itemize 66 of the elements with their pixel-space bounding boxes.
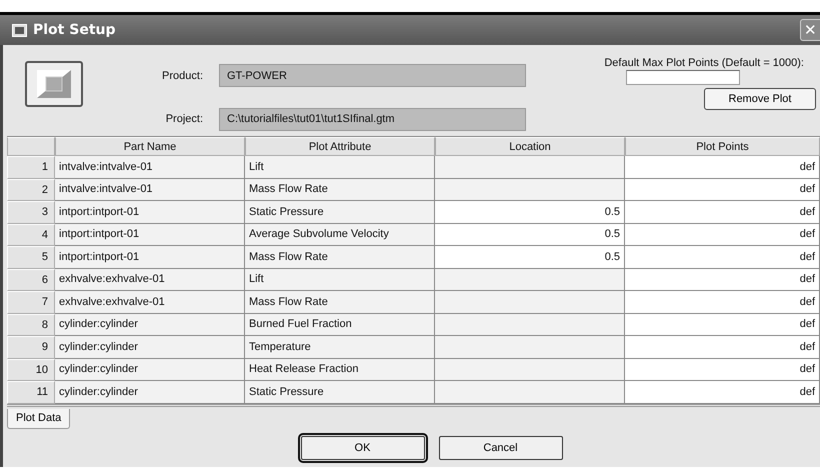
row-number[interactable]: 1: [7, 156, 55, 178]
table-cell[interactable]: def: [625, 381, 820, 404]
column-header[interactable]: Part Name: [55, 137, 245, 156]
table-cell: Burned Fuel Fraction: [245, 314, 435, 336]
window-title: Plot Setup: [33, 22, 117, 38]
table-cell[interactable]: def: [625, 291, 820, 314]
table-cell: Mass Flow Rate: [245, 178, 435, 201]
close-button[interactable]: ✕: [800, 19, 820, 41]
table-cell: intvalve:intvalve-01: [55, 178, 245, 201]
table-cell: Mass Flow Rate: [245, 246, 435, 268]
table-cell[interactable]: def: [625, 224, 820, 246]
row-number[interactable]: 7: [7, 291, 55, 314]
location-cell[interactable]: 0.5: [435, 201, 625, 224]
max-points-label: Default Max Plot Points (Default = 1000):: [604, 57, 804, 69]
table-cell: intport:intport-01: [55, 246, 245, 268]
table-cell: Lift: [245, 268, 435, 291]
row-number[interactable]: 4: [7, 224, 55, 246]
table-cell[interactable]: def: [625, 178, 820, 201]
max-points-field[interactable]: [626, 70, 740, 85]
row-number[interactable]: 9: [7, 336, 55, 358]
column-header[interactable]: Plot Attribute: [245, 137, 435, 156]
window-icon: [12, 24, 27, 36]
table-cell[interactable]: def: [625, 358, 820, 381]
product-field: GT-POWER: [219, 64, 526, 88]
table-cell: Static Pressure: [245, 201, 435, 224]
product-label: Product:: [161, 70, 203, 82]
table-cell: cylinder:cylinder: [55, 314, 245, 336]
table-cell: cylinder:cylinder: [55, 336, 245, 358]
table-cell[interactable]: def: [625, 156, 820, 178]
tab[interactable]: Plot Data: [7, 408, 70, 428]
table-cell: cylinder:cylinder: [55, 381, 245, 404]
row-number[interactable]: 5: [7, 246, 55, 268]
row-number[interactable]: 2: [7, 178, 55, 201]
table-cell: Lift: [245, 156, 435, 178]
row-number[interactable]: 10: [7, 358, 55, 381]
table-cell: exhvalve:exhvalve-01: [55, 268, 245, 291]
row-number[interactable]: 6: [7, 268, 55, 291]
table-cell: Mass Flow Rate: [245, 291, 435, 314]
table-cell: exhvalve:exhvalve-01: [55, 291, 245, 314]
row-number[interactable]: 8: [7, 314, 55, 336]
table-cell[interactable]: def: [625, 336, 820, 358]
location-cell[interactable]: 0.5: [435, 246, 625, 268]
table-cell[interactable]: def: [625, 268, 820, 291]
plot-icon-button[interactable]: [25, 61, 83, 107]
table-cell: Heat Release Fraction: [245, 358, 435, 381]
column-header[interactable]: Location: [435, 137, 625, 156]
corner-header: [7, 137, 55, 156]
table-cell[interactable]: def: [625, 201, 820, 224]
table-cell: cylinder:cylinder: [55, 358, 245, 381]
row-number[interactable]: 3: [7, 201, 55, 224]
project-label: Project:: [164, 113, 203, 126]
table-cell: intport:intport-01: [55, 201, 245, 224]
table-cell: Temperature: [245, 336, 435, 358]
table-cell: Average Subvolume Velocity: [245, 224, 435, 246]
table-cell[interactable]: def: [625, 314, 820, 336]
column-header[interactable]: Plot Points: [625, 137, 820, 156]
table-cell: intvalve:intvalve-01: [55, 156, 245, 178]
table-cell: Static Pressure: [245, 381, 435, 404]
remove-plot-button[interactable]: Remove Plot: [704, 88, 816, 110]
row-number[interactable]: 11: [7, 381, 55, 404]
project-field: C:\tutorialfiles\tut01\tut1SIfinal.gtm: [219, 108, 526, 131]
plot-icon: [37, 70, 71, 98]
table-cell: intport:intport-01: [55, 224, 245, 246]
table-cell[interactable]: def: [625, 246, 820, 268]
cancel-button[interactable]: Cancel: [438, 436, 562, 460]
location-cell[interactable]: 0.5: [435, 224, 625, 246]
